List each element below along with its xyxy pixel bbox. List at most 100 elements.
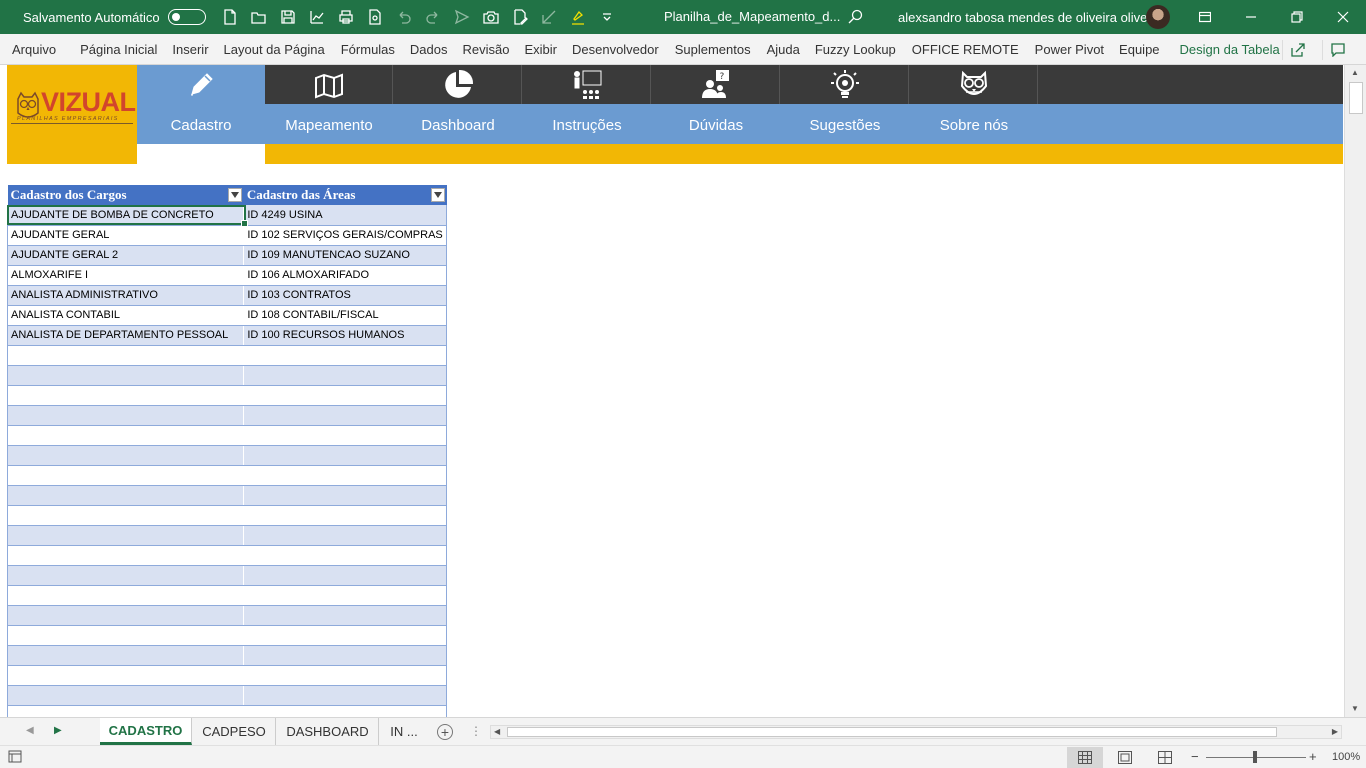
- cell-empty[interactable]: [243, 365, 447, 386]
- cell-area[interactable]: ID 4249 USINA: [243, 205, 447, 226]
- open-folder-icon[interactable]: [245, 5, 274, 29]
- tab-layout-da-pagina[interactable]: Layout da Página: [224, 42, 325, 57]
- avatar[interactable]: [1146, 5, 1170, 29]
- tab-revisao[interactable]: Revisão: [463, 42, 510, 57]
- cell-cargo[interactable]: ALMOXARIFE I: [6, 265, 245, 286]
- cell-empty[interactable]: [6, 645, 245, 666]
- share-icon[interactable]: [1282, 40, 1312, 60]
- tab-power-pivot[interactable]: Power Pivot: [1035, 42, 1104, 57]
- cell-area[interactable]: ID 106 ALMOXARIFADO: [243, 265, 447, 286]
- nav-sugestoes[interactable]: Sugestões: [781, 65, 910, 144]
- scroll-left-icon[interactable]: ◀: [494, 727, 500, 736]
- minimize-icon[interactable]: [1228, 0, 1274, 34]
- search-icon[interactable]: [848, 9, 864, 28]
- zoom-out-icon[interactable]: −: [1191, 749, 1199, 764]
- cell-empty[interactable]: [243, 705, 447, 717]
- cell-empty[interactable]: [6, 565, 245, 586]
- undo-icon[interactable]: [390, 5, 419, 29]
- tab-formulas[interactable]: Fórmulas: [341, 42, 395, 57]
- close-icon[interactable]: [1320, 0, 1366, 34]
- customize-qat-icon[interactable]: [593, 5, 622, 29]
- cell-empty[interactable]: [243, 685, 447, 706]
- page-layout-view-icon[interactable]: [1107, 747, 1143, 768]
- cell-empty[interactable]: [6, 705, 245, 717]
- cell-cargo[interactable]: AJUDANTE DE BOMBA DE CONCRETO: [6, 205, 245, 226]
- cell-cargo[interactable]: ANALISTA ADMINISTRATIVO: [6, 285, 245, 306]
- save-icon[interactable]: [274, 5, 303, 29]
- cell-empty[interactable]: [243, 585, 447, 606]
- cell-empty[interactable]: [6, 365, 245, 386]
- horizontal-scroll-thumb[interactable]: [507, 727, 1277, 737]
- tab-desenvolvedor[interactable]: Desenvolvedor: [572, 42, 659, 57]
- tab-design-da-tabela[interactable]: Design da Tabela: [1180, 42, 1280, 57]
- cell-cargo[interactable]: ANALISTA DE DEPARTAMENTO PESSOAL: [6, 325, 245, 346]
- add-sheet-icon[interactable]: +: [437, 724, 453, 740]
- nav-dashboard[interactable]: Dashboard: [394, 65, 523, 144]
- cell-empty[interactable]: [6, 685, 245, 706]
- cell-empty[interactable]: [6, 605, 245, 626]
- nav-instrucoes[interactable]: Instruções: [523, 65, 652, 144]
- cell-empty[interactable]: [6, 385, 245, 406]
- next-sheet-icon[interactable]: ▶: [54, 725, 62, 736]
- cell-empty[interactable]: [6, 625, 245, 646]
- cell-empty[interactable]: [243, 605, 447, 626]
- autosave-toggle[interactable]: [167, 9, 206, 25]
- ribbon-display-icon[interactable]: [1182, 0, 1228, 34]
- cell-empty[interactable]: [243, 405, 447, 426]
- nav-mapeamento[interactable]: Mapeamento: [265, 65, 394, 144]
- zoom-level[interactable]: 100%: [1332, 751, 1360, 763]
- cell-empty[interactable]: [243, 625, 447, 646]
- nav-sobre-nos[interactable]: Sobre nós: [910, 65, 1039, 144]
- cell-empty[interactable]: [243, 665, 447, 686]
- scroll-right-icon[interactable]: ▶: [1332, 727, 1338, 736]
- cell-empty[interactable]: [243, 545, 447, 566]
- autosave-control[interactable]: Salvamento Automático: [23, 9, 206, 25]
- highlight-icon[interactable]: [564, 5, 593, 29]
- sheet-tab-more[interactable]: IN ...: [380, 718, 428, 745]
- cell-empty[interactable]: [6, 505, 245, 526]
- cell-empty[interactable]: [243, 565, 447, 586]
- cell-empty[interactable]: [243, 465, 447, 486]
- scroll-up-icon[interactable]: ▲: [1351, 68, 1359, 77]
- cell-empty[interactable]: [6, 545, 245, 566]
- filter-dropdown-icon[interactable]: [227, 188, 242, 202]
- cell-empty[interactable]: [243, 385, 447, 406]
- scroll-down-icon[interactable]: ▼: [1351, 704, 1359, 713]
- tab-office-remote[interactable]: OFFICE REMOTE: [912, 42, 1019, 57]
- header-areas[interactable]: Cadastro das Áreas: [243, 185, 447, 205]
- nav-duvidas[interactable]: ? Dúvidas: [652, 65, 781, 144]
- filter-dropdown-icon[interactable]: [430, 188, 445, 202]
- cell-empty[interactable]: [243, 425, 447, 446]
- cell-cargo[interactable]: AJUDANTE GERAL: [6, 225, 245, 246]
- cell-empty[interactable]: [6, 445, 245, 466]
- cell-area[interactable]: ID 100 RECURSOS HUMANOS: [243, 325, 447, 346]
- horizontal-scrollbar[interactable]: ◀ ▶: [490, 725, 1342, 739]
- sheet-tab-dashboard[interactable]: DASHBOARD: [277, 718, 379, 745]
- cell-area[interactable]: ID 109 MANUTENCAO SUZANO: [243, 245, 447, 266]
- cell-empty[interactable]: [6, 525, 245, 546]
- tab-exibir[interactable]: Exibir: [524, 42, 557, 57]
- cell-empty[interactable]: [243, 485, 447, 506]
- nav-cadastro[interactable]: Cadastro: [137, 65, 266, 144]
- vertical-scrollbar[interactable]: ▲ ▼: [1344, 65, 1366, 717]
- sheet-tab-cadpeso[interactable]: CADPESO: [193, 718, 276, 745]
- tab-suplementos[interactable]: Suplementos: [675, 42, 751, 57]
- cell-cargo[interactable]: AJUDANTE GERAL 2: [6, 245, 245, 266]
- send-icon[interactable]: [448, 5, 477, 29]
- cell-area[interactable]: ID 102 SERVIÇOS GERAIS/COMPRAS: [243, 225, 447, 246]
- worksheet[interactable]: VIZUAL PLANILHAS EMPRESARIAIS Cadastro M…: [0, 65, 1344, 717]
- cell-empty[interactable]: [6, 585, 245, 606]
- redo-icon[interactable]: [419, 5, 448, 29]
- restore-icon[interactable]: [1274, 0, 1320, 34]
- user-name[interactable]: alexsandro tabosa mendes de oliveira oli…: [898, 10, 1162, 25]
- comment-icon[interactable]: [1322, 40, 1352, 60]
- tab-ajuda[interactable]: Ajuda: [767, 42, 800, 57]
- macro-record-icon[interactable]: [8, 750, 22, 766]
- prev-sheet-icon[interactable]: ◀: [26, 725, 34, 736]
- vertical-scroll-thumb[interactable]: [1349, 82, 1363, 114]
- cell-empty[interactable]: [243, 645, 447, 666]
- shape-icon[interactable]: [535, 5, 564, 29]
- header-cargos[interactable]: Cadastro dos Cargos: [7, 185, 244, 205]
- camera-icon[interactable]: [477, 5, 506, 29]
- chart-edit-icon[interactable]: [303, 5, 332, 29]
